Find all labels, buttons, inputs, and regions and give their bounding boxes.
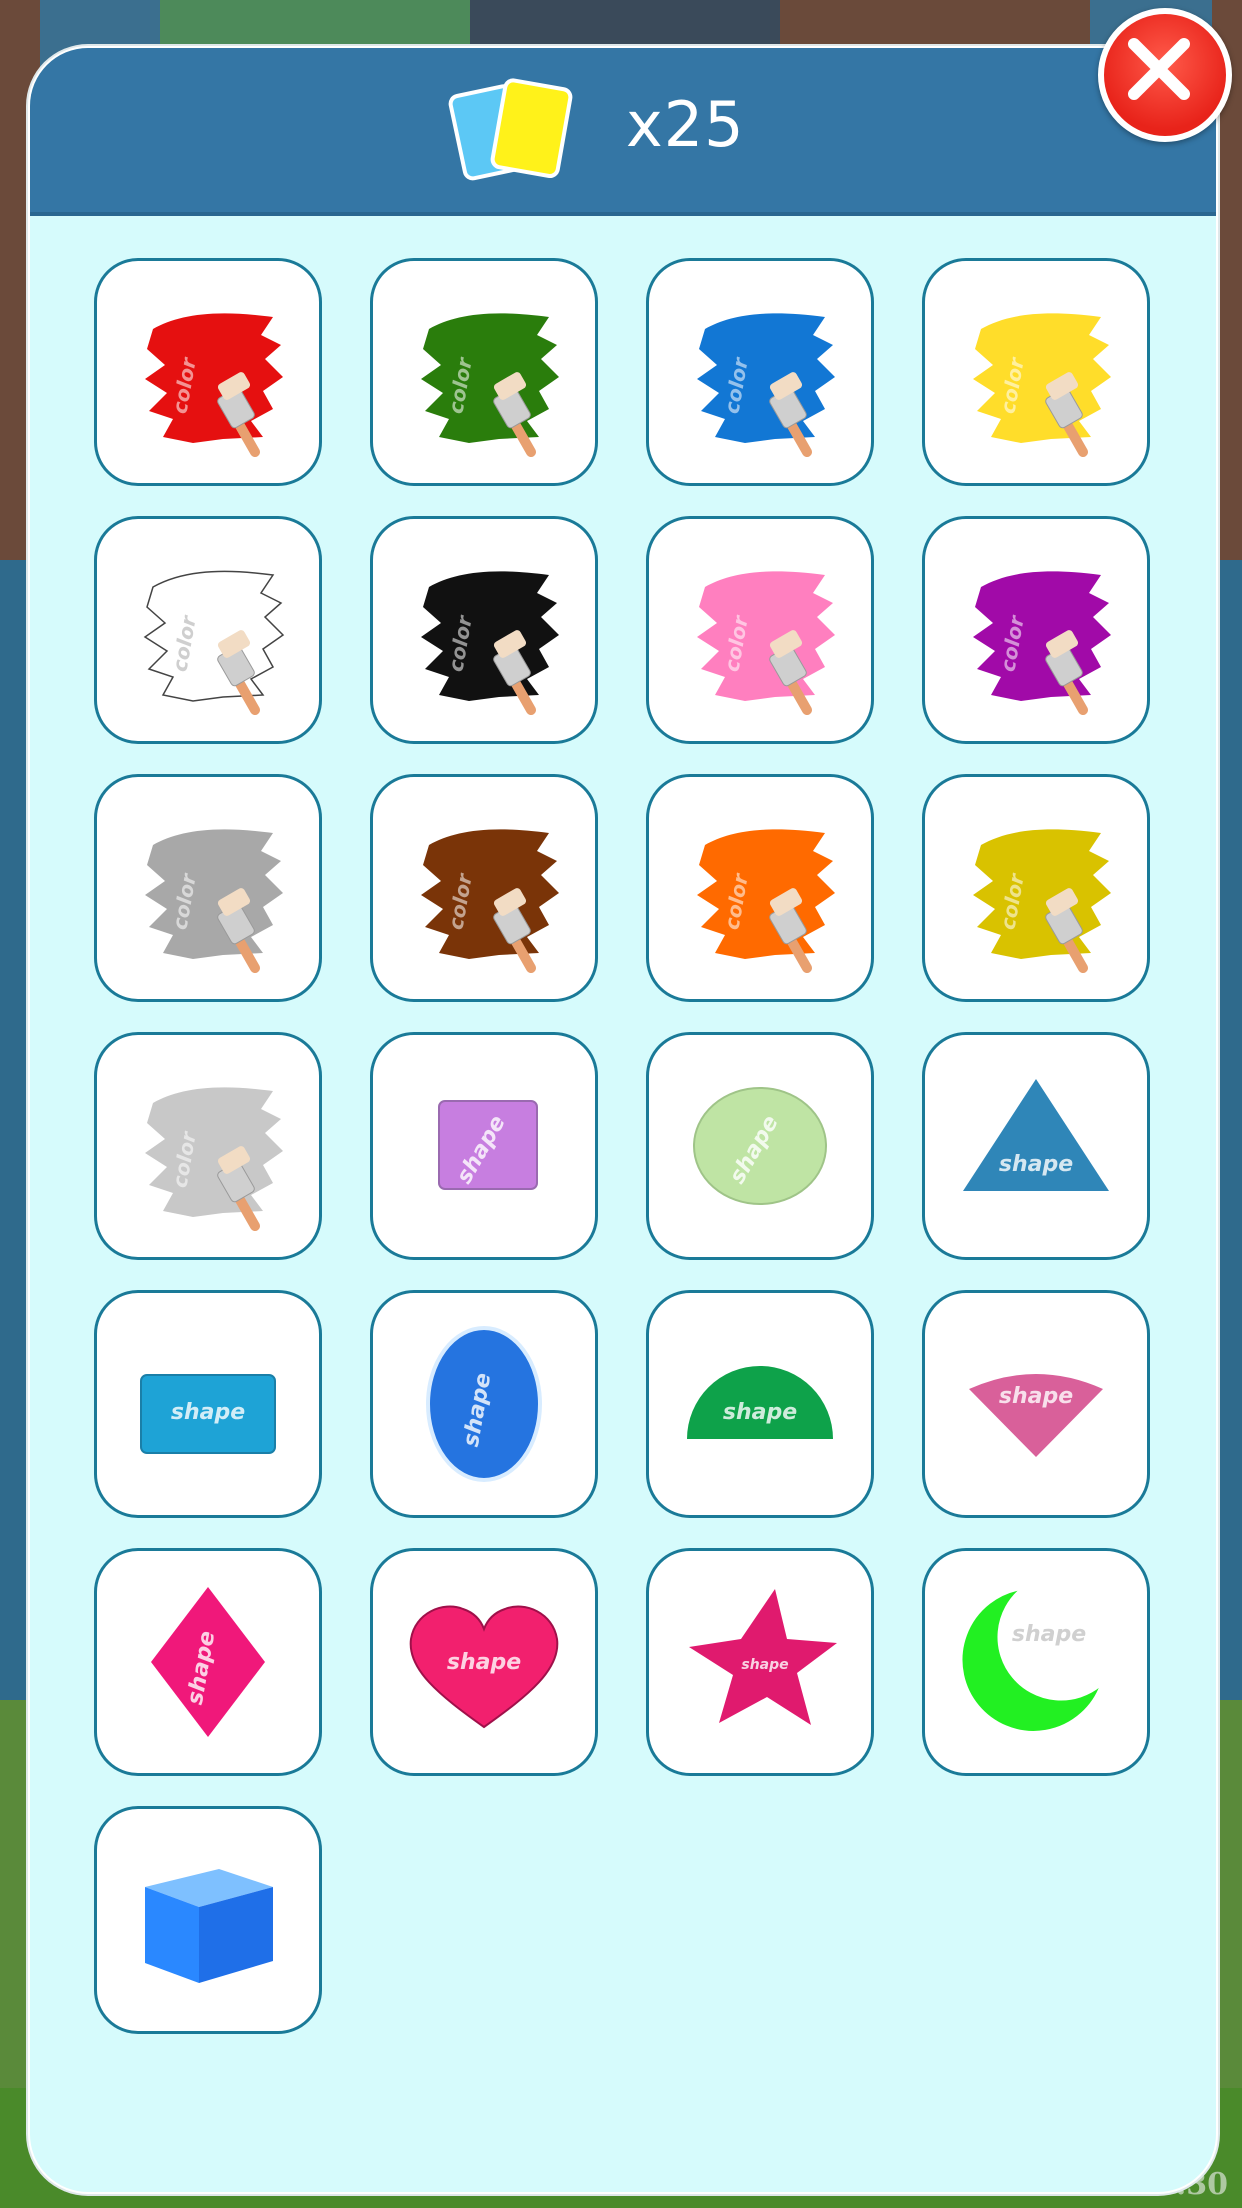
- paint-splash: [973, 571, 1111, 701]
- close-button[interactable]: [1098, 8, 1232, 142]
- paint-splash: [421, 571, 559, 701]
- paint-icon: color: [421, 313, 559, 457]
- paint-icon: color: [697, 313, 835, 457]
- cube-shape: [145, 1869, 273, 1983]
- item-grid: color color color color color color color color…: [94, 258, 1174, 2034]
- fan-icon: shape: [969, 1374, 1103, 1457]
- paint-icon: color: [145, 313, 283, 457]
- cube-icon: [145, 1869, 273, 1983]
- item-label: shape: [1012, 1622, 1086, 1647]
- shape-item-tile[interactable]: shape: [370, 1548, 598, 1776]
- shape-item-tile[interactable]: shape: [646, 1548, 874, 1776]
- paint-icon: color: [697, 571, 835, 715]
- color-item-tile[interactable]: color: [646, 516, 874, 744]
- color-item-tile[interactable]: color: [370, 258, 598, 486]
- item-label: shape: [447, 1650, 521, 1675]
- card-count: x25: [626, 88, 745, 161]
- paint-splash: [421, 313, 559, 443]
- cards-icon: [448, 78, 573, 181]
- paint-splash: [973, 313, 1111, 443]
- shape-item-tile[interactable]: shape: [922, 1290, 1150, 1518]
- shape-item-tile[interactable]: shape: [646, 1032, 874, 1260]
- color-item-tile[interactable]: color: [94, 516, 322, 744]
- paint-splash: [697, 829, 835, 959]
- shape-item-tile[interactable]: shape: [94, 1548, 322, 1776]
- shape-item-tile[interactable]: shape: [646, 1290, 874, 1518]
- paint-icon: color: [421, 829, 559, 973]
- paint-splash: [421, 829, 559, 959]
- color-item-tile[interactable]: color: [922, 774, 1150, 1002]
- shape-item-tile[interactable]: shape: [922, 1032, 1150, 1260]
- rectangle-icon: shape: [140, 1374, 276, 1454]
- item-label: shape: [723, 1400, 797, 1425]
- ellipse-icon: shape: [426, 1326, 542, 1482]
- paint-icon: color: [973, 313, 1111, 457]
- paint-icon: color: [421, 571, 559, 715]
- color-item-tile[interactable]: color: [646, 258, 874, 486]
- crescent-icon: shape: [960, 1587, 1104, 1733]
- paint-icon: color: [697, 829, 835, 973]
- dialog-header: x25: [30, 48, 1216, 216]
- circle-icon: shape: [693, 1087, 827, 1205]
- paint-icon: color: [143, 570, 285, 715]
- item-label: shape: [171, 1400, 245, 1425]
- color-item-tile[interactable]: color: [370, 516, 598, 744]
- crescent-shape: [960, 1587, 1104, 1733]
- item-label: shape: [999, 1384, 1073, 1409]
- star-icon: shape: [689, 1589, 837, 1725]
- close-icon: [1128, 38, 1190, 100]
- semicircle-icon: shape: [687, 1366, 833, 1439]
- item-picker-dialog: x25 color color color color color color color c…: [28, 46, 1218, 2194]
- color-item-tile[interactable]: color: [94, 258, 322, 486]
- color-item-tile[interactable]: color: [922, 516, 1150, 744]
- paint-splash: [143, 570, 285, 702]
- color-item-tile[interactable]: color: [94, 1032, 322, 1260]
- shape-item-tile[interactable]: shape: [94, 1290, 322, 1518]
- color-item-tile[interactable]: color: [646, 774, 874, 1002]
- item-label: shape: [999, 1152, 1073, 1177]
- shape-item-tile[interactable]: shape: [922, 1548, 1150, 1776]
- heart-icon: shape: [409, 1605, 559, 1729]
- paint-splash: [973, 829, 1111, 959]
- color-item-tile[interactable]: color: [370, 774, 598, 1002]
- square-icon: shape: [438, 1100, 538, 1190]
- shape-item-tile[interactable]: shape: [370, 1290, 598, 1518]
- color-item-tile[interactable]: color: [94, 774, 322, 1002]
- paint-icon: color: [973, 571, 1111, 715]
- paint-splash: [697, 571, 835, 701]
- item-label: shape: [741, 1657, 788, 1673]
- paint-splash: [697, 313, 835, 443]
- paint-splash: [145, 313, 283, 443]
- color-item-tile[interactable]: color: [922, 258, 1150, 486]
- diamond-icon: shape: [151, 1587, 265, 1737]
- paint-splash: [145, 1087, 283, 1217]
- shape-item-tile[interactable]: [94, 1806, 322, 2034]
- paint-icon: color: [973, 829, 1111, 973]
- paint-splash: [145, 829, 283, 959]
- triangle-icon: shape: [963, 1079, 1109, 1191]
- paint-icon: color: [145, 1087, 283, 1231]
- shape-item-tile[interactable]: shape: [370, 1032, 598, 1260]
- paint-icon: color: [145, 829, 283, 973]
